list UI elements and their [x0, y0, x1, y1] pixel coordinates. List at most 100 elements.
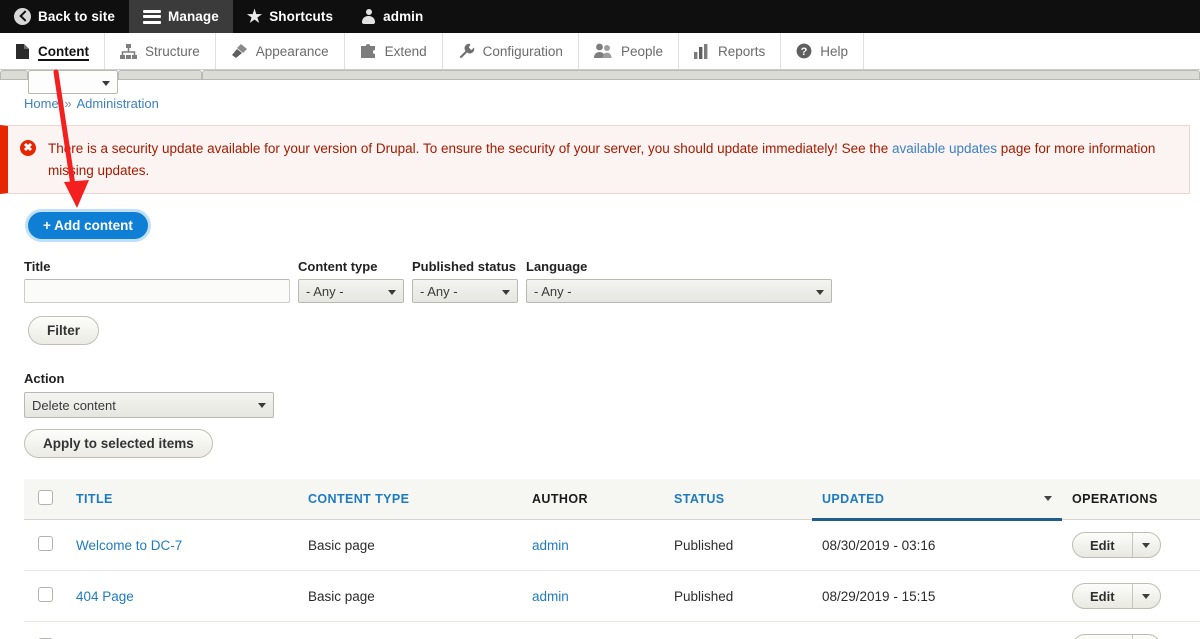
menu-item-reports[interactable]: Reports — [679, 33, 782, 69]
content-table: TITLE CONTENT TYPE AUTHOR STATUS UPDATED — [24, 479, 1200, 639]
filter-language-group: Language - Any - — [526, 259, 832, 304]
column-header-operations: OPERATIONS — [1062, 479, 1200, 521]
edit-button[interactable]: Edit — [1073, 533, 1133, 558]
row-status-cell: Published — [664, 519, 812, 572]
toolbar-item-back-to-site[interactable]: Back to site — [0, 0, 129, 33]
filter-title-group: Title — [24, 259, 290, 304]
table-row: 404 Page Basic page admin Published 08/2… — [24, 570, 1200, 623]
breadcrumb-home-link[interactable]: Home — [24, 96, 59, 111]
row-title-cell: 404 Page — [66, 570, 298, 623]
row-title-cell: 403 Page — [66, 621, 298, 639]
language-filter-value: - Any - — [534, 283, 572, 299]
column-header-label: CONTENT TYPE — [308, 492, 410, 507]
breadcrumb: Home » Administration — [24, 80, 1176, 121]
action-select[interactable]: Delete content — [24, 392, 274, 419]
wrench-icon — [458, 43, 475, 60]
row-author-cell: admin — [522, 570, 664, 623]
row-content-type-cell: Basic page — [298, 519, 522, 572]
breadcrumb-separator: » — [64, 96, 72, 111]
column-header-content-type[interactable]: CONTENT TYPE — [298, 479, 522, 521]
edit-dropdown-toggle-icon[interactable] — [1133, 584, 1160, 608]
security-message-text-tail: page for more information — [997, 141, 1156, 156]
content-type-filter-select[interactable]: - Any - — [298, 279, 404, 304]
title-filter-input[interactable] — [24, 279, 290, 304]
toolbar-item-shortcuts[interactable]: ★ Shortcuts — [233, 0, 347, 33]
row-checkbox[interactable] — [38, 587, 53, 603]
column-header-label: AUTHOR — [532, 492, 588, 507]
action-select-value: Delete content — [32, 397, 116, 413]
edit-split-button: Edit — [1072, 634, 1161, 639]
row-title-link[interactable]: Welcome to DC-7 — [76, 538, 182, 553]
column-header-author: AUTHOR — [522, 479, 664, 521]
security-message-text: There is a security update available for… — [48, 141, 892, 156]
toolbar-item-label: Back to site — [38, 9, 115, 24]
filter-button[interactable]: Filter — [28, 316, 100, 346]
admin-toolbar: Back to site Manage ★ Shortcuts admin — [0, 0, 1200, 33]
edit-split-button: Edit — [1072, 583, 1161, 610]
available-updates-link[interactable]: available updates — [892, 141, 997, 156]
menu-item-label: Structure — [145, 43, 200, 59]
menu-item-content[interactable]: Content — [0, 33, 105, 69]
table-row: Welcome to DC-7 Basic page admin Publish… — [24, 519, 1200, 572]
action-block: Action Delete content Apply to selected … — [24, 371, 1176, 459]
menu-item-label: Content — [38, 43, 89, 59]
row-author-link[interactable]: admin — [532, 538, 569, 553]
people-icon — [593, 43, 613, 59]
table-header-row: TITLE CONTENT TYPE AUTHOR STATUS UPDATED — [24, 479, 1200, 522]
menu-item-appearance[interactable]: Appearance — [216, 33, 345, 69]
toolbar-item-label: Manage — [167, 9, 219, 24]
page-root: Back to site Manage ★ Shortcuts admin Co… — [0, 0, 1200, 639]
admin-menu-bar: Content Structure Appearance Extend Conf… — [0, 33, 1200, 70]
column-header-label: TITLE — [76, 492, 113, 507]
content-type-filter-value: - Any - — [306, 283, 344, 299]
column-header-title[interactable]: TITLE — [66, 479, 298, 521]
toolbar-item-admin-user[interactable]: admin — [347, 0, 437, 33]
language-filter-label: Language — [526, 259, 588, 275]
select-all-header — [24, 479, 66, 521]
main-content: Home » Administration ✖ There is a secur… — [0, 80, 1200, 639]
row-content-type-cell: Basic page — [298, 570, 522, 623]
back-arrow-icon — [14, 8, 31, 25]
edit-dropdown-toggle-icon[interactable] — [1133, 635, 1160, 639]
puzzle-icon — [360, 43, 377, 59]
secondary-tab-partial[interactable] — [118, 70, 202, 79]
structure-icon — [120, 43, 137, 59]
menu-item-extend[interactable]: Extend — [345, 33, 443, 69]
row-title-link[interactable]: 404 Page — [76, 589, 134, 604]
column-header-updated[interactable]: UPDATED — [812, 479, 1062, 522]
person-icon — [361, 9, 376, 24]
row-select-cell — [24, 621, 66, 639]
row-content-type-cell: Basic page — [298, 621, 522, 639]
apply-to-selected-items-button-top[interactable]: Apply to selected items — [24, 429, 213, 459]
menu-item-label: Reports — [717, 43, 766, 59]
row-checkbox[interactable] — [38, 536, 53, 552]
hamburger-icon — [142, 9, 161, 24]
row-operations-cell: Edit — [1062, 519, 1200, 572]
add-content-button[interactable]: + Add content — [28, 212, 148, 240]
toolbar-item-manage[interactable]: Manage — [128, 0, 233, 33]
edit-button[interactable]: Edit — [1073, 635, 1133, 639]
column-header-label: UPDATED — [822, 491, 885, 506]
menu-item-label: Help — [820, 43, 849, 59]
select-all-checkbox[interactable] — [38, 490, 53, 506]
action-label: Action — [24, 371, 65, 387]
breadcrumb-administration-link[interactable]: Administration — [76, 96, 158, 111]
secondary-tab-partial[interactable] — [0, 70, 28, 79]
edit-button[interactable]: Edit — [1073, 584, 1133, 609]
column-header-label: STATUS — [674, 492, 725, 507]
menu-item-structure[interactable]: Structure — [105, 33, 216, 69]
menu-item-configuration[interactable]: Configuration — [443, 33, 579, 69]
published-status-filter-label: Published status — [412, 259, 517, 275]
content-table-head: TITLE CONTENT TYPE AUTHOR STATUS UPDATED — [24, 479, 1200, 522]
secondary-tab-partial[interactable] — [202, 70, 1200, 79]
row-author-link[interactable]: admin — [532, 589, 569, 604]
menu-item-people[interactable]: People — [579, 33, 679, 69]
published-status-filter-select[interactable]: - Any - — [412, 279, 518, 304]
edit-dropdown-toggle-icon[interactable] — [1133, 533, 1160, 557]
language-filter-select[interactable]: - Any - — [526, 279, 832, 304]
column-header-status[interactable]: STATUS — [664, 479, 812, 521]
row-author-cell: admin — [522, 621, 664, 639]
menu-item-help[interactable]: ? Help — [781, 33, 865, 69]
menu-item-label: Appearance — [255, 43, 329, 59]
apply-top-row: Apply to selected items — [24, 429, 1176, 459]
